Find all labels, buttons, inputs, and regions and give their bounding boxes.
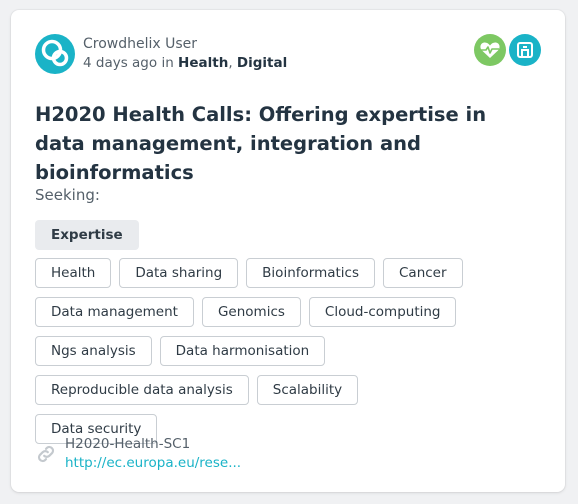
tag-health[interactable]: Health	[35, 258, 112, 288]
author-name[interactable]: Crowdhelix User	[83, 35, 197, 53]
post-title[interactable]: H2020 Health Calls: Offering expertise i…	[35, 100, 535, 187]
seeking-tag: Expertise	[35, 220, 139, 250]
tag-data-sharing[interactable]: Data sharing	[119, 258, 239, 288]
tag-scalability[interactable]: Scalability	[256, 375, 359, 405]
crowdhelix-logo-icon	[41, 39, 69, 67]
tag-cloud-computing[interactable]: Cloud-computing	[308, 297, 457, 327]
tag-ngs-analysis[interactable]: Ngs analysis	[35, 336, 152, 366]
digital-circuit-icon[interactable]	[509, 34, 541, 66]
link-title: H2020-Health-SC1	[65, 436, 191, 452]
category-separator: ,	[228, 55, 233, 71]
link-icon	[37, 445, 55, 463]
tag-bioinformatics[interactable]: Bioinformatics	[246, 258, 375, 288]
tag-data-management[interactable]: Data management	[35, 297, 194, 327]
tag-cancer[interactable]: Cancer	[383, 258, 463, 288]
link-url[interactable]: http://ec.europa.eu/rese...	[65, 455, 241, 471]
post-time: 4 days ago	[83, 55, 158, 71]
seeking-label: Seeking:	[35, 186, 100, 204]
category-link-health[interactable]: Health	[178, 55, 228, 71]
post-meta: 4 days ago in Health, Digital	[83, 54, 287, 72]
post-card: Crowdhelix User 4 days ago in Health, Di…	[11, 10, 565, 492]
category-link-digital[interactable]: Digital	[237, 55, 287, 71]
category-icons	[474, 34, 541, 66]
health-heartbeat-icon[interactable]	[474, 34, 506, 66]
tag-data-harmonisation[interactable]: Data harmonisation	[159, 336, 326, 366]
tag-genomics[interactable]: Genomics	[201, 297, 301, 327]
tag-list: Health Data sharing Bioinformatics Cance…	[35, 258, 475, 444]
in-word: in	[161, 55, 174, 71]
avatar[interactable]	[35, 34, 75, 74]
tag-reproducible-data-analysis[interactable]: Reproducible data analysis	[35, 375, 249, 405]
